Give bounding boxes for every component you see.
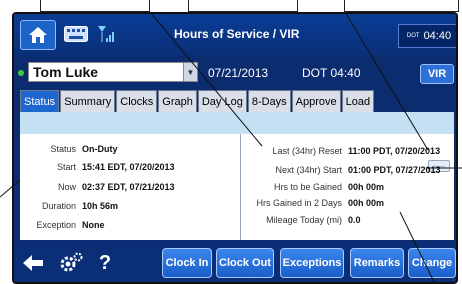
vir-button[interactable]: VIR — [420, 64, 454, 84]
home-icon — [29, 27, 47, 43]
tab-clocks[interactable]: Clocks — [116, 90, 158, 112]
dot-label: DOT — [302, 66, 328, 80]
tab-8-days[interactable]: 8-Days — [247, 90, 291, 112]
last-reset-label: Last (34hr) Reset — [272, 146, 342, 156]
status-panel: Status On-Duty Start 15:41 EDT, 07/20/20… — [20, 112, 454, 240]
hrs-gained-label: Hrs to be Gained — [273, 182, 342, 192]
now-label: Now — [57, 182, 76, 192]
keyboard-icon[interactable] — [64, 26, 88, 42]
clock-prefix: DOT — [406, 33, 420, 39]
tab-status[interactable]: Status — [20, 90, 60, 112]
exception-value: None — [82, 220, 105, 230]
now-row: Now 02:37 EDT, 07/21/2013 — [20, 182, 175, 192]
remarks-button[interactable]: Remarks — [350, 248, 404, 278]
chevron-down-icon[interactable]: ▼ — [183, 63, 197, 81]
driver-select[interactable]: Tom Luke ▼ — [28, 62, 198, 82]
driver-dot-time: DOT 04:40 — [302, 66, 361, 80]
help-button[interactable]: ? — [92, 248, 118, 278]
hos-device-screen: Hours of Service / VIR DOT 04:40 Tom Luk… — [12, 12, 458, 284]
column-divider — [240, 134, 241, 240]
annotation-box-middle — [188, 0, 298, 12]
driver-row: Tom Luke ▼ 07/21/2013 DOT 04:40 VIR — [14, 56, 456, 86]
hrs-gained-2d-value: 00h 00m — [348, 198, 385, 208]
back-arrow-icon — [23, 255, 43, 271]
clock-in-button[interactable]: Clock In — [162, 248, 212, 278]
start-label: Start — [56, 162, 76, 172]
header-clock: DOT 04:40 — [398, 24, 456, 48]
clock-out-button[interactable]: Clock Out — [216, 248, 274, 278]
annotation-box-left — [40, 0, 150, 12]
change-button[interactable]: Change — [408, 248, 456, 278]
dot-time: 04:40 — [330, 66, 361, 80]
page-title: Hours of Service / VIR — [174, 27, 300, 41]
home-button[interactable] — [20, 20, 56, 50]
tab-day-log[interactable]: Day Log — [197, 90, 247, 112]
exception-row: Exception None — [20, 220, 105, 230]
bottom-toolbar: ? Clock In Clock Out Exceptions Remarks … — [14, 242, 456, 282]
hrs-gained-2d-label: Hrs Gained in 2 Days — [256, 198, 342, 208]
signal-icon — [98, 26, 114, 42]
tab-graph[interactable]: Graph — [158, 90, 197, 112]
mileage-value: 0.0 — [348, 215, 361, 225]
now-value: 02:37 EDT, 07/21/2013 — [82, 182, 175, 192]
next-start-label: Next (34hr) Start — [275, 165, 342, 175]
back-button[interactable] — [20, 248, 46, 278]
status-panel-band — [20, 112, 454, 134]
mileage-label: Mileage Today (mi) — [266, 215, 342, 225]
hrs-gained-value: 00h 00m — [348, 182, 385, 192]
start-row: Start 15:41 EDT, 07/20/2013 — [20, 162, 175, 172]
status-value: On-Duty — [82, 144, 118, 154]
clock-time: 04:40 — [423, 30, 452, 42]
status-indicator-dot — [18, 70, 24, 76]
tab-summary[interactable]: Summary — [60, 90, 116, 112]
settings-button[interactable] — [56, 248, 86, 278]
driver-name: Tom Luke — [33, 64, 99, 80]
duration-row: Duration 10h 56m — [20, 201, 118, 211]
annotation-box-right — [344, 0, 459, 12]
next-start-value: 01:00 PDT, 07/27/2013 — [348, 165, 441, 175]
hrs-gained-row: Hrs to be Gained 00h 00m — [242, 182, 384, 192]
status-row: Status On-Duty — [20, 144, 118, 154]
next-start-row: Next (34hr) Start 01:00 PDT, 07/27/2013 — [242, 165, 441, 175]
gear-icon — [60, 252, 83, 272]
duration-value: 10h 56m — [82, 201, 119, 211]
header-bar: Hours of Service / VIR DOT 04:40 — [14, 14, 456, 56]
tab-bar: Status Summary Clocks Graph Day Log 8-Da… — [20, 90, 375, 112]
duration-label: Duration — [41, 201, 76, 211]
mileage-row: Mileage Today (mi) 0.0 — [242, 215, 361, 225]
exception-label: Exception — [36, 220, 76, 230]
last-reset-value: 11:00 PDT, 07/20/2013 — [348, 146, 441, 156]
driver-date: 07/21/2013 — [208, 66, 269, 80]
exceptions-button[interactable]: Exceptions — [280, 248, 344, 278]
hrs-gained-2d-row: Hrs Gained in 2 Days 00h 00m — [242, 198, 384, 208]
tab-approve[interactable]: Approve — [291, 90, 341, 112]
status-label: Status — [50, 144, 76, 154]
tab-load[interactable]: Load — [341, 90, 375, 112]
start-value: 15:41 EDT, 07/20/2013 — [82, 162, 175, 172]
last-reset-row: Last (34hr) Reset 11:00 PDT, 07/20/2013 — [242, 146, 440, 156]
